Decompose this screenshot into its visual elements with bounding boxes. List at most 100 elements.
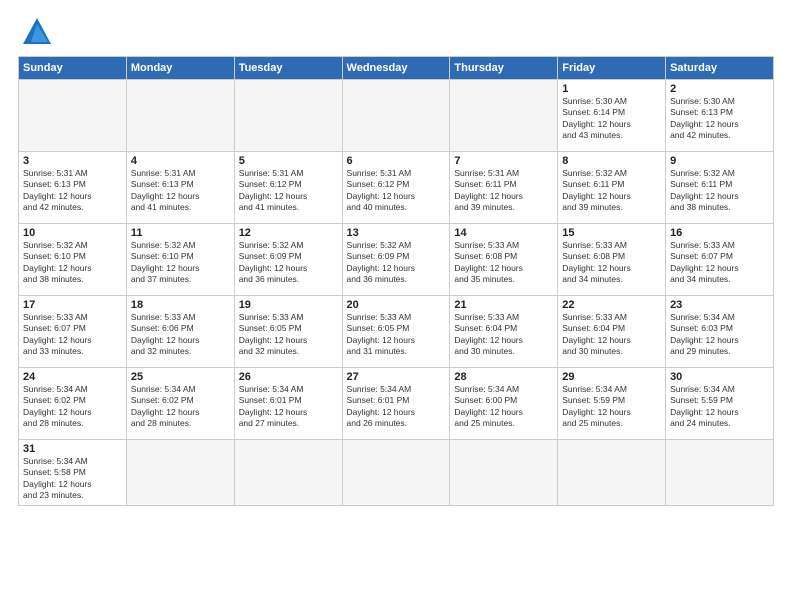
day-info: Sunrise: 5:32 AM Sunset: 6:10 PM Dayligh… [23, 240, 122, 286]
header [18, 16, 774, 48]
day-info: Sunrise: 5:34 AM Sunset: 6:01 PM Dayligh… [347, 384, 446, 430]
day-number: 29 [562, 371, 661, 383]
day-number: 8 [562, 155, 661, 167]
day-number: 22 [562, 299, 661, 311]
day-number: 10 [23, 227, 122, 239]
day-number: 14 [454, 227, 553, 239]
calendar-cell: 14Sunrise: 5:33 AM Sunset: 6:08 PM Dayli… [450, 224, 558, 296]
logo-icon [21, 16, 53, 48]
calendar-cell: 16Sunrise: 5:33 AM Sunset: 6:07 PM Dayli… [666, 224, 774, 296]
calendar-cell: 30Sunrise: 5:34 AM Sunset: 5:59 PM Dayli… [666, 368, 774, 440]
calendar-cell [450, 440, 558, 506]
day-number: 13 [347, 227, 446, 239]
day-number: 17 [23, 299, 122, 311]
day-info: Sunrise: 5:33 AM Sunset: 6:06 PM Dayligh… [131, 312, 230, 358]
day-info: Sunrise: 5:34 AM Sunset: 6:02 PM Dayligh… [131, 384, 230, 430]
week-row-5: 31Sunrise: 5:34 AM Sunset: 5:58 PM Dayli… [19, 440, 774, 506]
calendar-cell: 12Sunrise: 5:32 AM Sunset: 6:09 PM Dayli… [234, 224, 342, 296]
calendar-cell [19, 80, 127, 152]
calendar-cell: 29Sunrise: 5:34 AM Sunset: 5:59 PM Dayli… [558, 368, 666, 440]
weekday-header-monday: Monday [126, 57, 234, 80]
day-number: 7 [454, 155, 553, 167]
calendar-cell: 23Sunrise: 5:34 AM Sunset: 6:03 PM Dayli… [666, 296, 774, 368]
day-number: 23 [670, 299, 769, 311]
calendar-cell: 2Sunrise: 5:30 AM Sunset: 6:13 PM Daylig… [666, 80, 774, 152]
day-number: 5 [239, 155, 338, 167]
day-number: 1 [562, 83, 661, 95]
day-info: Sunrise: 5:34 AM Sunset: 6:01 PM Dayligh… [239, 384, 338, 430]
day-number: 12 [239, 227, 338, 239]
day-number: 21 [454, 299, 553, 311]
day-number: 19 [239, 299, 338, 311]
day-number: 25 [131, 371, 230, 383]
day-number: 16 [670, 227, 769, 239]
week-row-1: 3Sunrise: 5:31 AM Sunset: 6:13 PM Daylig… [19, 152, 774, 224]
day-info: Sunrise: 5:33 AM Sunset: 6:07 PM Dayligh… [23, 312, 122, 358]
calendar-cell [234, 80, 342, 152]
day-number: 9 [670, 155, 769, 167]
day-info: Sunrise: 5:31 AM Sunset: 6:13 PM Dayligh… [131, 168, 230, 214]
day-info: Sunrise: 5:34 AM Sunset: 5:59 PM Dayligh… [670, 384, 769, 430]
day-info: Sunrise: 5:30 AM Sunset: 6:14 PM Dayligh… [562, 96, 661, 142]
calendar-cell: 4Sunrise: 5:31 AM Sunset: 6:13 PM Daylig… [126, 152, 234, 224]
weekday-header-friday: Friday [558, 57, 666, 80]
calendar-cell: 10Sunrise: 5:32 AM Sunset: 6:10 PM Dayli… [19, 224, 127, 296]
day-number: 24 [23, 371, 122, 383]
calendar-cell: 27Sunrise: 5:34 AM Sunset: 6:01 PM Dayli… [342, 368, 450, 440]
day-number: 27 [347, 371, 446, 383]
calendar-cell: 31Sunrise: 5:34 AM Sunset: 5:58 PM Dayli… [19, 440, 127, 506]
day-info: Sunrise: 5:33 AM Sunset: 6:08 PM Dayligh… [454, 240, 553, 286]
weekday-header-wednesday: Wednesday [342, 57, 450, 80]
day-info: Sunrise: 5:33 AM Sunset: 6:04 PM Dayligh… [454, 312, 553, 358]
day-info: Sunrise: 5:34 AM Sunset: 6:00 PM Dayligh… [454, 384, 553, 430]
day-number: 18 [131, 299, 230, 311]
calendar-cell: 8Sunrise: 5:32 AM Sunset: 6:11 PM Daylig… [558, 152, 666, 224]
day-info: Sunrise: 5:33 AM Sunset: 6:08 PM Dayligh… [562, 240, 661, 286]
day-info: Sunrise: 5:33 AM Sunset: 6:05 PM Dayligh… [239, 312, 338, 358]
calendar-cell: 6Sunrise: 5:31 AM Sunset: 6:12 PM Daylig… [342, 152, 450, 224]
calendar-cell [558, 440, 666, 506]
day-info: Sunrise: 5:33 AM Sunset: 6:07 PM Dayligh… [670, 240, 769, 286]
calendar-cell: 24Sunrise: 5:34 AM Sunset: 6:02 PM Dayli… [19, 368, 127, 440]
calendar-cell: 5Sunrise: 5:31 AM Sunset: 6:12 PM Daylig… [234, 152, 342, 224]
day-number: 28 [454, 371, 553, 383]
day-info: Sunrise: 5:32 AM Sunset: 6:09 PM Dayligh… [347, 240, 446, 286]
day-number: 20 [347, 299, 446, 311]
calendar-cell [342, 440, 450, 506]
calendar-cell: 25Sunrise: 5:34 AM Sunset: 6:02 PM Dayli… [126, 368, 234, 440]
calendar-cell [126, 80, 234, 152]
logo-area [18, 16, 53, 48]
day-info: Sunrise: 5:34 AM Sunset: 6:03 PM Dayligh… [670, 312, 769, 358]
day-info: Sunrise: 5:31 AM Sunset: 6:12 PM Dayligh… [239, 168, 338, 214]
day-number: 2 [670, 83, 769, 95]
calendar-cell [234, 440, 342, 506]
day-info: Sunrise: 5:32 AM Sunset: 6:11 PM Dayligh… [562, 168, 661, 214]
calendar-cell: 28Sunrise: 5:34 AM Sunset: 6:00 PM Dayli… [450, 368, 558, 440]
calendar-cell: 20Sunrise: 5:33 AM Sunset: 6:05 PM Dayli… [342, 296, 450, 368]
day-info: Sunrise: 5:32 AM Sunset: 6:09 PM Dayligh… [239, 240, 338, 286]
day-info: Sunrise: 5:33 AM Sunset: 6:05 PM Dayligh… [347, 312, 446, 358]
weekday-header-saturday: Saturday [666, 57, 774, 80]
day-info: Sunrise: 5:32 AM Sunset: 6:11 PM Dayligh… [670, 168, 769, 214]
week-row-2: 10Sunrise: 5:32 AM Sunset: 6:10 PM Dayli… [19, 224, 774, 296]
weekday-header-tuesday: Tuesday [234, 57, 342, 80]
calendar-cell: 7Sunrise: 5:31 AM Sunset: 6:11 PM Daylig… [450, 152, 558, 224]
week-row-4: 24Sunrise: 5:34 AM Sunset: 6:02 PM Dayli… [19, 368, 774, 440]
calendar-cell: 22Sunrise: 5:33 AM Sunset: 6:04 PM Dayli… [558, 296, 666, 368]
day-number: 6 [347, 155, 446, 167]
calendar-cell: 21Sunrise: 5:33 AM Sunset: 6:04 PM Dayli… [450, 296, 558, 368]
day-info: Sunrise: 5:30 AM Sunset: 6:13 PM Dayligh… [670, 96, 769, 142]
calendar-cell [666, 440, 774, 506]
page: SundayMondayTuesdayWednesdayThursdayFrid… [0, 0, 792, 612]
day-info: Sunrise: 5:34 AM Sunset: 5:58 PM Dayligh… [23, 456, 122, 502]
day-number: 31 [23, 443, 122, 455]
day-info: Sunrise: 5:34 AM Sunset: 5:59 PM Dayligh… [562, 384, 661, 430]
calendar-cell [450, 80, 558, 152]
day-number: 4 [131, 155, 230, 167]
logo [18, 16, 53, 48]
weekday-header-thursday: Thursday [450, 57, 558, 80]
calendar-cell: 17Sunrise: 5:33 AM Sunset: 6:07 PM Dayli… [19, 296, 127, 368]
week-row-0: 1Sunrise: 5:30 AM Sunset: 6:14 PM Daylig… [19, 80, 774, 152]
day-info: Sunrise: 5:34 AM Sunset: 6:02 PM Dayligh… [23, 384, 122, 430]
day-info: Sunrise: 5:31 AM Sunset: 6:11 PM Dayligh… [454, 168, 553, 214]
